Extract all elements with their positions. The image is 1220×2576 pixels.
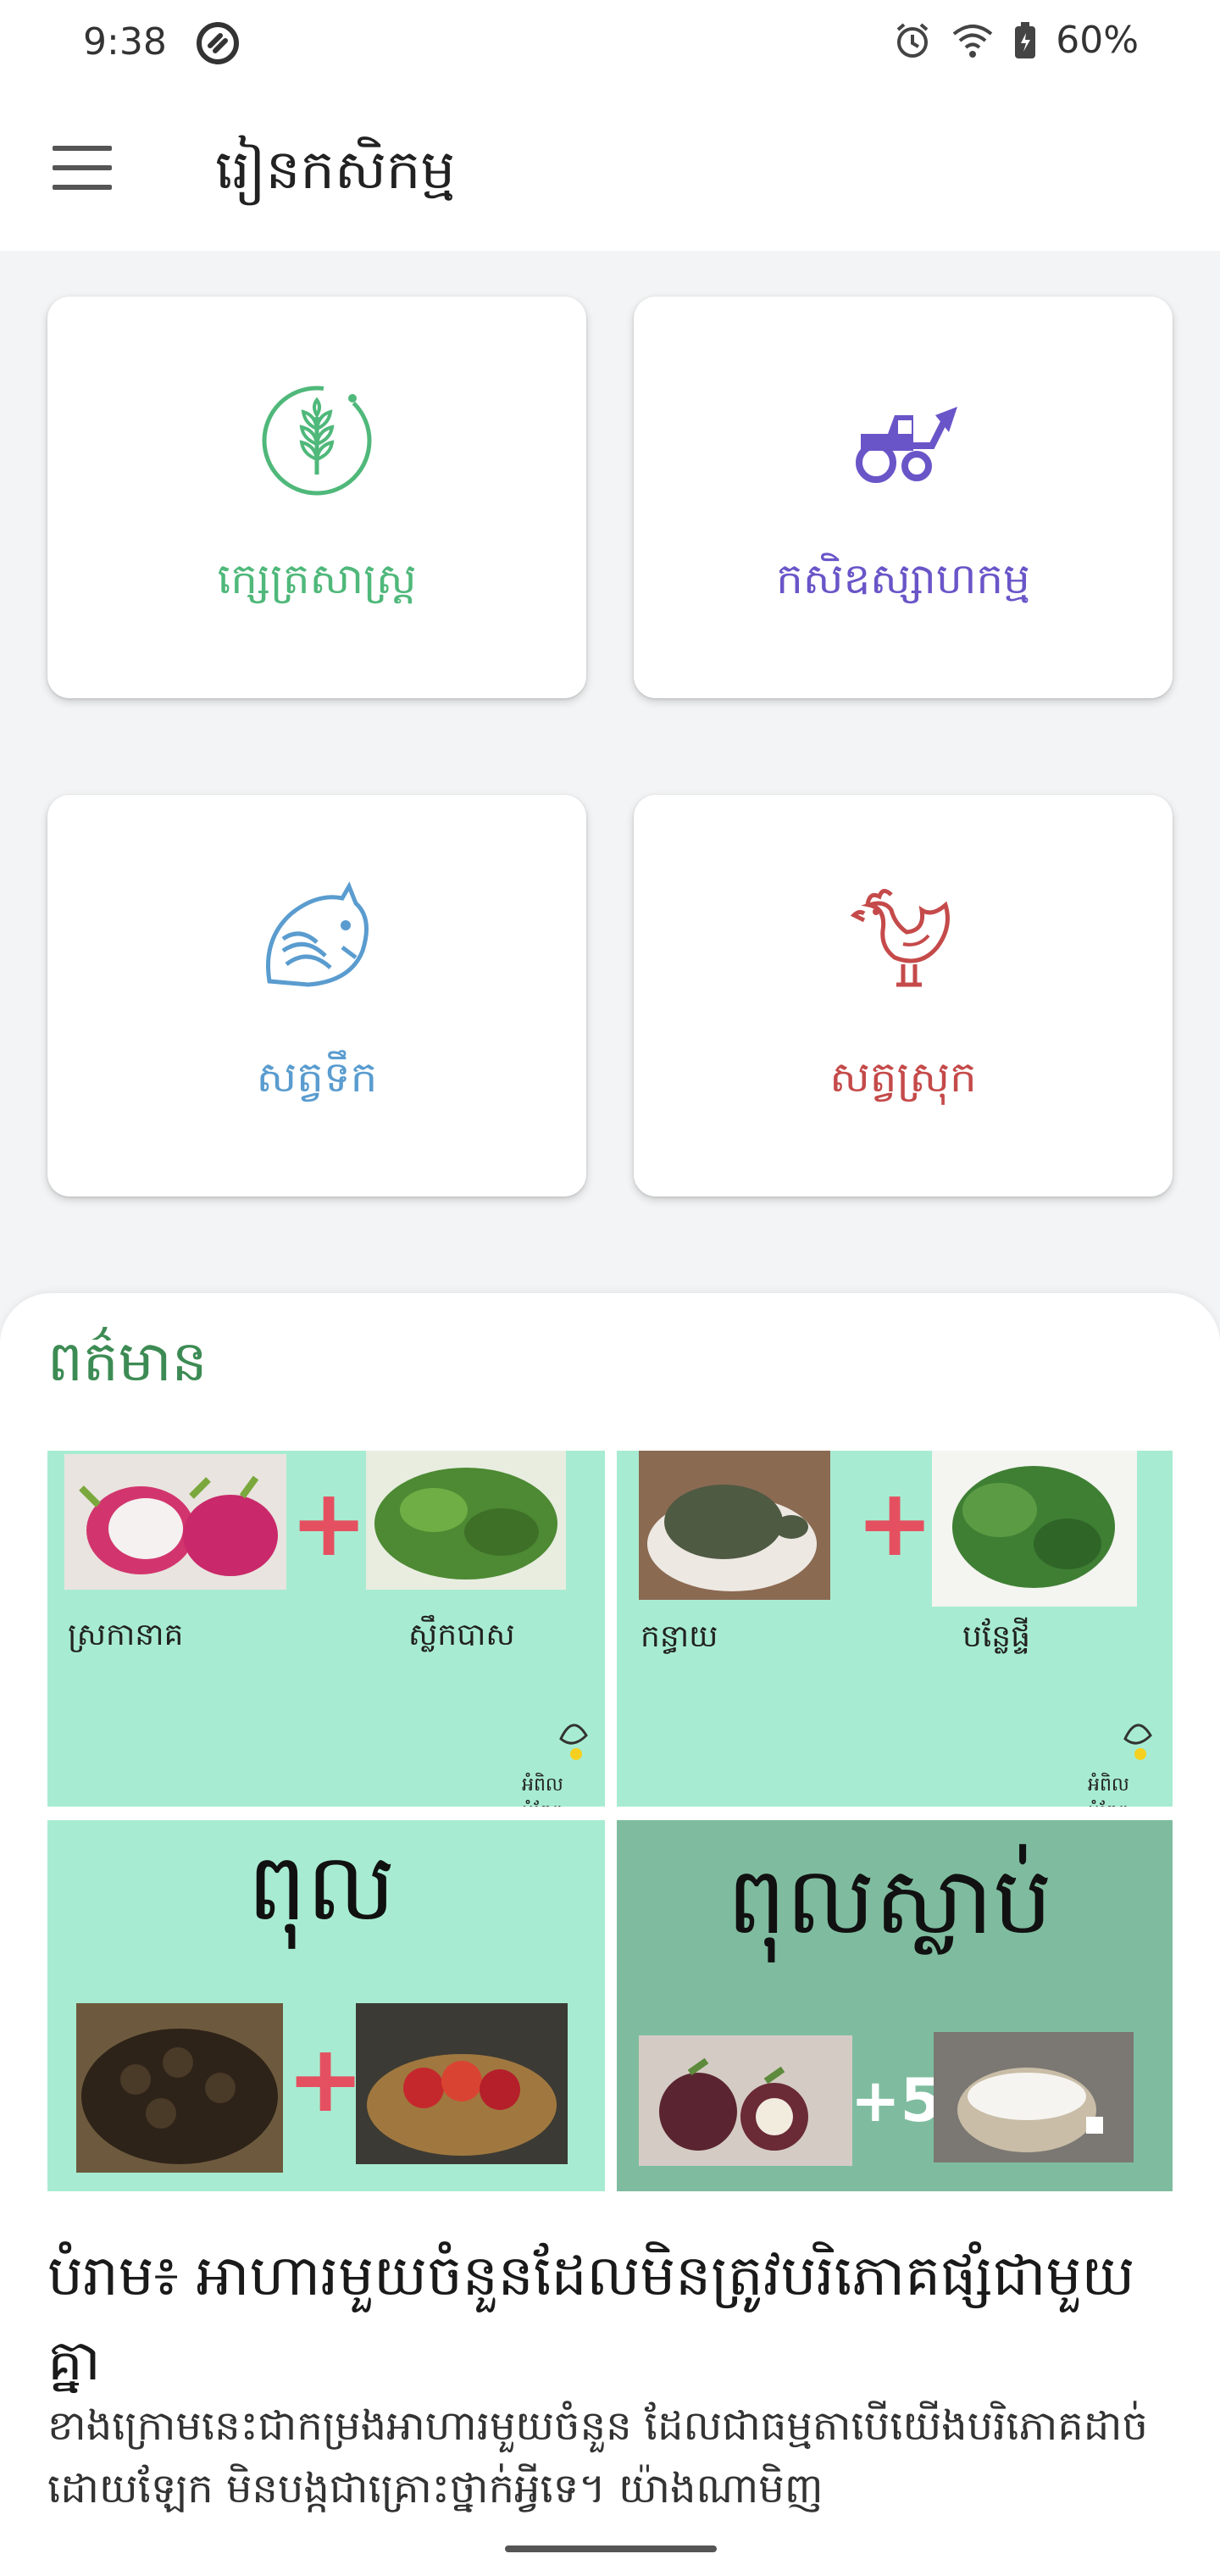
food-label: ស្រកានាគ bbox=[68, 1618, 184, 1652]
food-label: ស្លឹកបាស bbox=[408, 1618, 515, 1652]
collage-tile: + ស្រកានាគ ស្លឹកបាស អំពិល អំពែក bbox=[47, 1451, 605, 1807]
battery-percent: 60% bbox=[1056, 19, 1139, 62]
bee-logo-icon bbox=[559, 1724, 588, 1760]
turtle-image bbox=[639, 1451, 830, 1600]
logo-text: អំពិល អំពែក bbox=[1088, 1774, 1129, 1807]
article-excerpt: ខាងក្រោមនេះជាកម្រងអាហារមួយចំនួន ដែលជាធម្… bbox=[47, 2402, 1148, 2512]
dragon-fruit-image bbox=[64, 1454, 286, 1590]
food-label: កន្ធាយ bbox=[640, 1619, 718, 1654]
battery-icon bbox=[1015, 21, 1036, 58]
category-card-livestock[interactable]: សត្វស្រុក bbox=[634, 795, 1173, 1196]
category-card-crop-science[interactable]: ក្សេត្រសាស្ត្រ bbox=[47, 297, 586, 698]
wheat-icon bbox=[262, 386, 372, 496]
home-indicator[interactable] bbox=[505, 2545, 717, 2552]
article-title[interactable]: បំរាម៖ អាហារមួយចំនួនដែលមិនត្រូវបរិភោគផ្ស… bbox=[47, 2234, 1174, 2403]
category-label: កសិឧស្សាហកម្ម bbox=[776, 554, 1030, 603]
app-title: រៀនកសិកម្ម bbox=[215, 139, 456, 202]
category-label: សត្វទឹក bbox=[256, 1052, 378, 1102]
menu-icon[interactable] bbox=[53, 146, 112, 197]
logo-text: អំពិល អំពែក bbox=[522, 1774, 563, 1807]
more-images-badge: +5 bbox=[851, 2066, 942, 2135]
plus-sign: + bbox=[290, 1468, 369, 1577]
collage-title: ពុល bbox=[247, 1833, 396, 1941]
food-label: បន្លែផ្ទី bbox=[962, 1619, 1030, 1654]
category-card-agro-industry[interactable]: កសិឧស្សាហកម្ម bbox=[634, 297, 1173, 698]
tractor-icon bbox=[856, 407, 957, 483]
snails-image bbox=[76, 2003, 283, 2173]
apples-basket-image bbox=[356, 2003, 568, 2164]
app-bar: រៀនកសិកម្ម bbox=[0, 93, 1220, 251]
article-image-collage[interactable]: + ស្រកានាគ ស្លឹកបាស អំពិល អំពែក bbox=[47, 1451, 1173, 2191]
rooster-icon bbox=[850, 889, 950, 987]
collage-tile: ពុល + bbox=[47, 1820, 605, 2191]
status-bar: 9:38 60% bbox=[0, 0, 1220, 93]
wifi-icon bbox=[952, 24, 993, 58]
category-label: សត្វស្រុក bbox=[829, 1052, 977, 1102]
salt-bowl-image bbox=[934, 2032, 1134, 2162]
category-label: ក្សេត្រសាស្ត្រ bbox=[217, 554, 417, 603]
collage-tile: ពុលស្លាប់ +5 bbox=[617, 1820, 1173, 2191]
spinach-image bbox=[932, 1451, 1137, 1607]
bee-logo-icon bbox=[1123, 1724, 1152, 1760]
collage-title: ពុលស្លាប់ bbox=[727, 1846, 1053, 1955]
app-notification-icon bbox=[197, 22, 239, 64]
leafy-vegetable-image bbox=[366, 1451, 566, 1590]
plus-sign: + bbox=[856, 1468, 934, 1577]
collage-tile: + កន្ធាយ បន្លែផ្ទី អំពិល អំពែក bbox=[617, 1451, 1173, 1807]
category-card-aquaculture[interactable]: សត្វទឹក bbox=[47, 795, 586, 1196]
mangosteen-image bbox=[639, 2035, 852, 2166]
news-heading: ពត៌មាន bbox=[47, 1329, 208, 1394]
fish-icon bbox=[265, 881, 369, 987]
plus-sign: + bbox=[286, 2024, 365, 2133]
news-section: ពត៌មាន + ស្រកានាគ ស្លឹកបាស អំពិល អំពែក bbox=[0, 1293, 1220, 2576]
status-time: 9:38 bbox=[83, 20, 167, 64]
alarm-icon bbox=[896, 22, 929, 58]
status-indicators: 60% bbox=[893, 19, 1139, 62]
